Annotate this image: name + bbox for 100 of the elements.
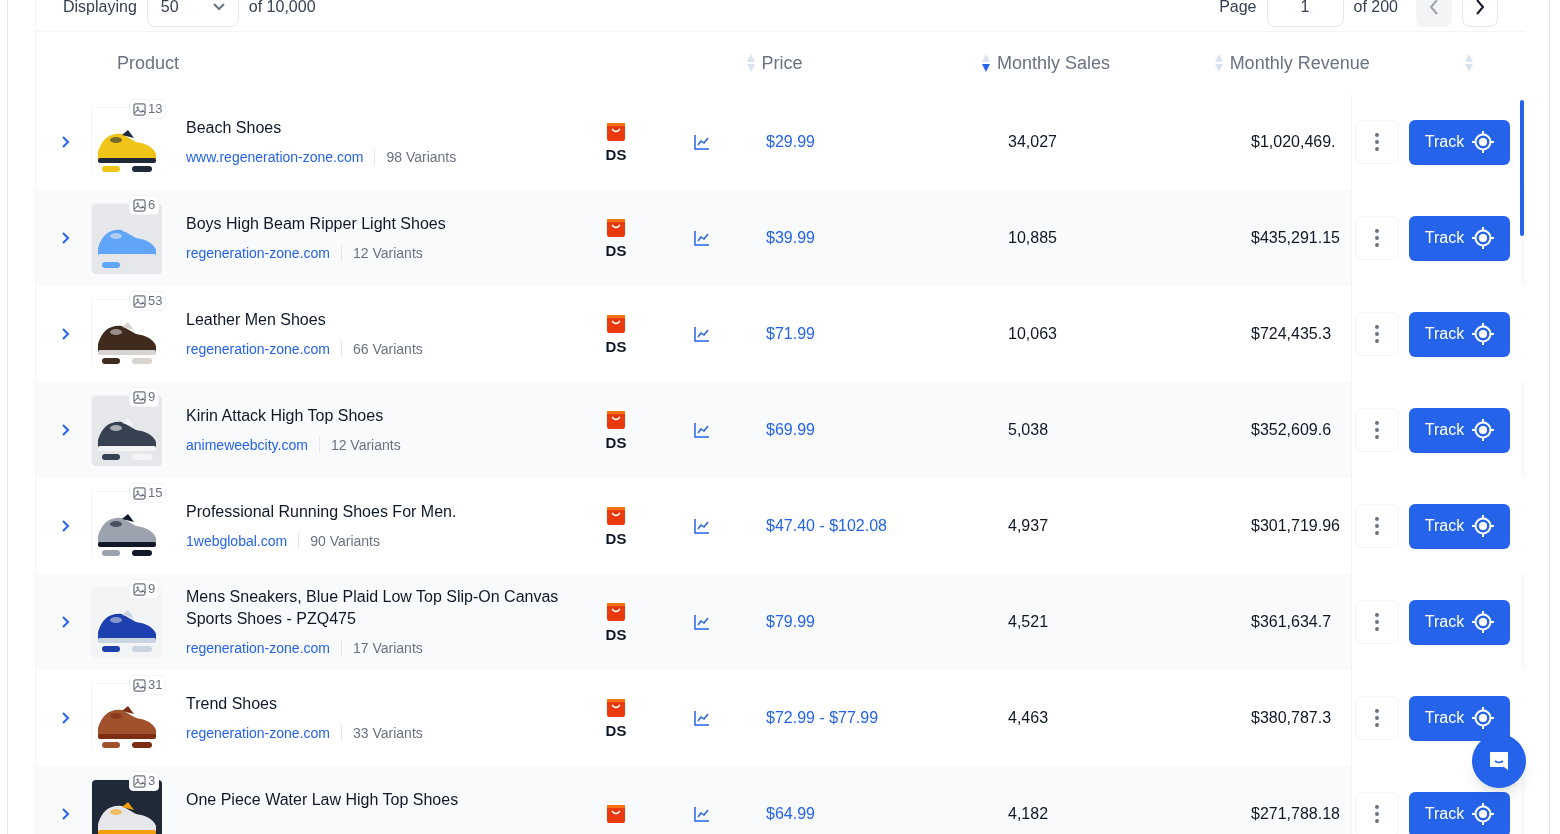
chevron-down-icon	[212, 2, 225, 11]
monthly-sales: 4,937	[1008, 516, 1050, 536]
product-title[interactable]: One Piece Water Law High Top Shoes	[186, 789, 596, 811]
monthly-sales: 10,885	[1008, 228, 1058, 248]
chat-icon	[1487, 749, 1511, 773]
image-count-badge: 9	[129, 387, 160, 407]
more-icon	[1375, 613, 1379, 631]
shopping-bag-icon	[607, 122, 625, 141]
target-icon	[1472, 803, 1495, 825]
track-button[interactable]: Track	[1409, 791, 1510, 834]
more-icon	[1375, 229, 1379, 247]
column-header[interactable]: Monthly Revenue	[1229, 49, 1370, 77]
monthly-sales: 4,463	[1008, 708, 1050, 728]
chevron-right-icon	[62, 136, 70, 148]
variants-count: 12 Variants	[330, 436, 401, 455]
more-icon	[1375, 133, 1379, 151]
track-button[interactable]: Track	[1409, 503, 1510, 549]
store-logo: DS	[605, 434, 627, 450]
store-logo: DS	[605, 242, 627, 258]
chevron-right-icon	[62, 616, 70, 628]
store-link[interactable]: regeneration-zone.com	[186, 339, 330, 359]
shopping-bag-icon	[607, 410, 625, 429]
monthly-revenue: $301,719.96	[1251, 516, 1341, 536]
chart-icon[interactable]	[694, 326, 710, 342]
monthly-sales: 4,521	[1008, 612, 1050, 632]
monthly-revenue: $352,609.6	[1251, 420, 1333, 440]
chart-icon[interactable]	[694, 134, 710, 150]
monthly-sales: 10,063	[1008, 324, 1058, 344]
price: $69.99	[766, 420, 816, 440]
monthly-sales: 4,182	[1008, 804, 1050, 824]
store-logo: DS	[605, 626, 627, 642]
product-title[interactable]: Beach Shoes	[186, 117, 596, 139]
image-count-badge: 53	[129, 291, 167, 311]
more-icon	[1375, 805, 1379, 823]
more-icon	[1375, 709, 1379, 727]
total-count: of 10,000	[248, 0, 316, 17]
monthly-revenue: $724,435.3	[1251, 324, 1333, 344]
track-button[interactable]: Track	[1409, 407, 1510, 453]
more-icon	[1375, 421, 1379, 439]
image-count-badge: 31	[129, 675, 167, 695]
image-count-badge: 15	[129, 483, 167, 503]
track-button[interactable]: Track	[1409, 695, 1510, 741]
target-icon	[1472, 419, 1495, 441]
chevron-right-icon	[62, 520, 70, 532]
image-count-badge: 9	[129, 579, 160, 599]
product-title[interactable]: Leather Men Shoes	[186, 309, 596, 331]
variants-count: 17 Variants	[353, 639, 423, 658]
price: $47.40 - $102.08	[766, 516, 888, 536]
monthly-revenue: $361,634.7	[1251, 612, 1333, 632]
monthly-revenue: $1,020,469.	[1251, 132, 1337, 152]
product-title[interactable]: Trend Shoes	[186, 693, 596, 715]
shopping-bag-icon	[607, 218, 625, 237]
monthly-revenue: $380,787.3	[1251, 708, 1333, 728]
chart-icon[interactable]	[694, 806, 710, 822]
store-link[interactable]: animeweebcity.com	[186, 435, 308, 455]
target-icon	[1472, 131, 1495, 153]
page-input[interactable]: 1	[1266, 0, 1344, 27]
price: $39.99	[766, 228, 816, 248]
target-icon	[1472, 515, 1495, 537]
target-icon	[1472, 611, 1495, 633]
store-link[interactable]: regeneration-zone.com	[186, 638, 330, 658]
product-title[interactable]: Mens Sneakers, Blue Plaid Low Top Slip-On Canvas Sports Shoes - PZQ475	[186, 586, 596, 630]
store-link[interactable]: regeneration-zone.com	[186, 243, 330, 263]
store-logo: DS	[605, 338, 627, 354]
price: $72.99 - $77.99	[766, 708, 880, 728]
target-icon	[1472, 707, 1495, 729]
store-link[interactable]: 1webglobal.com	[186, 531, 288, 551]
variants-count: 98 Variants	[386, 148, 457, 167]
chevron-right-icon	[62, 424, 70, 436]
track-button[interactable]: Track	[1409, 311, 1510, 357]
column-header[interactable]: Monthly Sales	[997, 49, 1111, 77]
target-icon	[1472, 323, 1495, 345]
sort-icon[interactable]	[981, 53, 992, 73]
page-size-select[interactable]: 50	[146, 0, 239, 27]
chart-icon[interactable]	[694, 710, 710, 726]
column-header[interactable]: Price	[761, 49, 803, 77]
chart-icon[interactable]	[694, 614, 710, 630]
track-button[interactable]: Track	[1409, 215, 1510, 261]
track-button[interactable]: Track	[1409, 119, 1510, 165]
more-icon	[1375, 325, 1379, 343]
product-title[interactable]: Kirin Attack High Top Shoes	[186, 405, 596, 427]
chart-icon[interactable]	[694, 230, 710, 246]
variants-count: 33 Variants	[353, 724, 423, 743]
store-link[interactable]: www.regeneration-zone.com	[186, 147, 364, 167]
chart-icon[interactable]	[694, 518, 710, 534]
price: $79.99	[766, 612, 816, 632]
store-link[interactable]: regeneration-zone.com	[186, 723, 330, 743]
column-header[interactable]: Product	[117, 49, 180, 77]
price: $71.99	[766, 324, 816, 344]
chevron-right-icon	[62, 712, 70, 724]
product-title[interactable]: Professional Running Shoes For Men.	[186, 501, 596, 523]
track-button[interactable]: Track	[1409, 599, 1510, 645]
store-logo: DS	[605, 722, 627, 738]
chart-icon[interactable]	[694, 422, 710, 438]
chevron-right-icon	[62, 232, 70, 244]
more-icon	[1375, 517, 1379, 535]
chevron-right-icon	[1475, 0, 1485, 15]
monthly-revenue: $271,788.18	[1251, 804, 1341, 824]
image-count-badge: 6	[129, 195, 160, 215]
product-title[interactable]: Boys High Beam Ripper Light Shoes	[186, 213, 596, 235]
